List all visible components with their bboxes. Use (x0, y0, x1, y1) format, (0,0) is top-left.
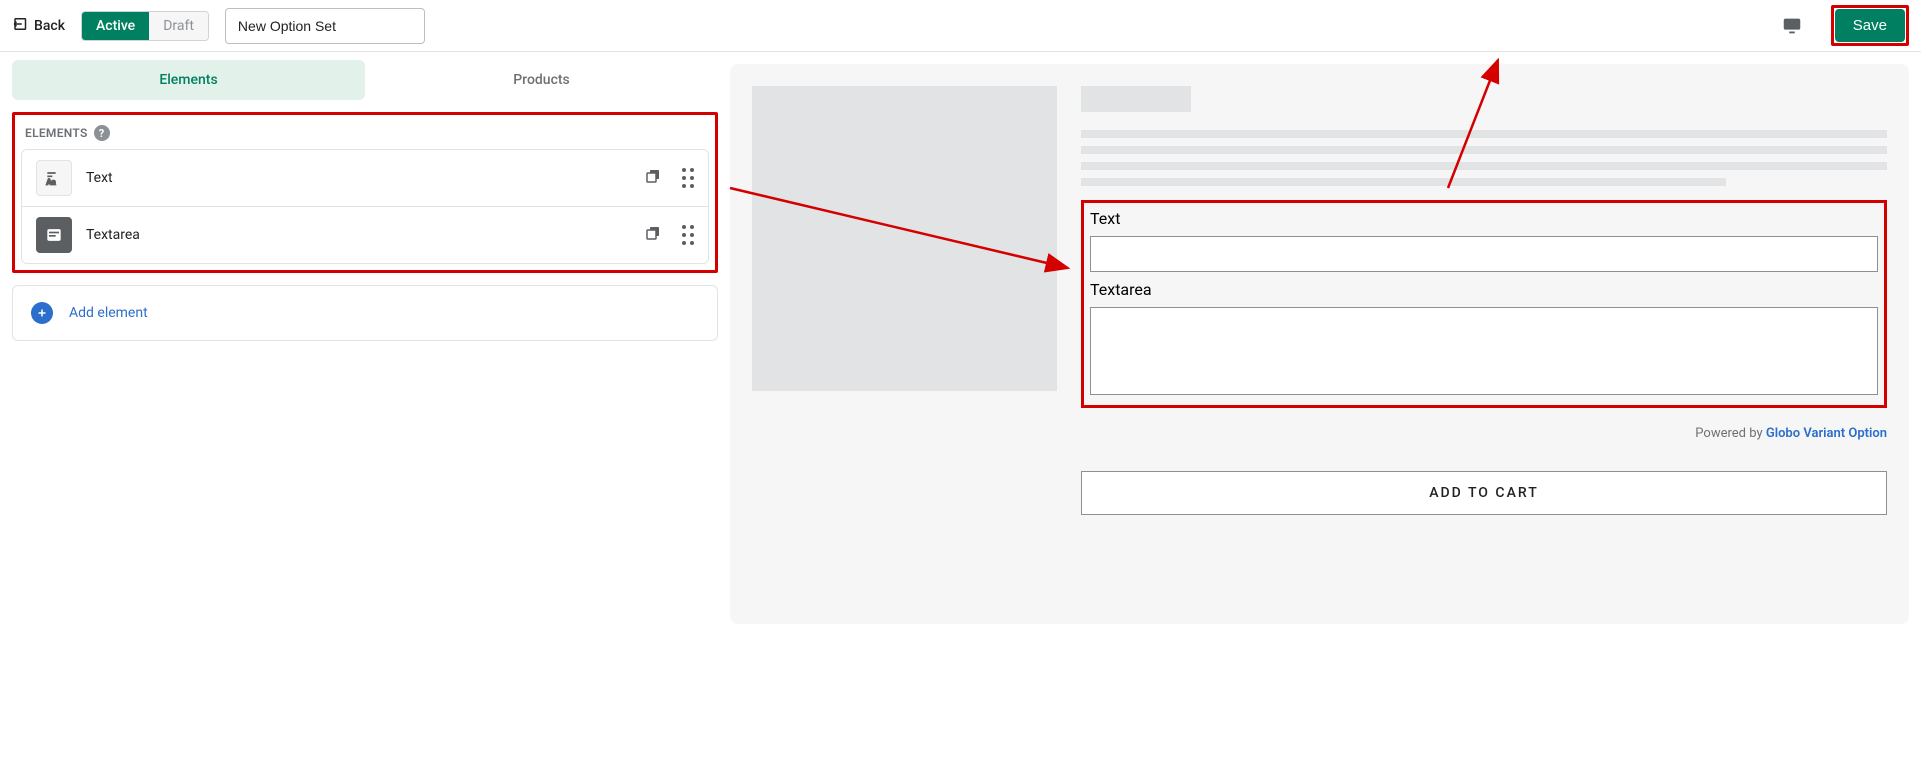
preview-textarea-input[interactable] (1090, 307, 1878, 395)
back-label: Back (34, 18, 65, 34)
duplicate-icon[interactable] (644, 167, 662, 189)
element-row-textarea[interactable]: Textarea (22, 207, 708, 263)
text-element-icon: Aa (36, 160, 72, 196)
drag-handle-icon[interactable] (682, 225, 694, 245)
add-element-button[interactable]: Add element (12, 285, 718, 341)
preview-line-skeleton (1081, 178, 1726, 186)
elements-section-title: ELEMENTS (25, 126, 88, 140)
topbar: Back Active Draft Save (0, 0, 1921, 52)
preview-fields-highlight: Text Textarea (1081, 200, 1887, 408)
powered-by-text: Powered by Globo Variant Option (1081, 426, 1887, 441)
element-row-text[interactable]: Aa Text (22, 150, 708, 207)
elements-list: Aa Text (21, 149, 709, 264)
element-label: Text (86, 170, 630, 186)
preview-title-skeleton (1081, 86, 1191, 112)
status-segmented: Active Draft (81, 11, 209, 41)
plus-icon (31, 302, 53, 324)
status-draft-button[interactable]: Draft (149, 12, 208, 40)
powered-prefix: Powered by (1695, 426, 1766, 441)
add-to-cart-button[interactable]: ADD TO CART (1081, 471, 1887, 515)
preview-mode-icon[interactable] (1781, 15, 1803, 37)
element-label: Textarea (86, 227, 630, 243)
preview-textarea-label: Textarea (1090, 280, 1878, 299)
add-element-label: Add element (69, 305, 148, 321)
save-button[interactable]: Save (1835, 9, 1905, 42)
drag-handle-icon[interactable] (682, 168, 694, 188)
preview-line-skeleton (1081, 162, 1887, 170)
elements-section-header: ELEMENTS ? (21, 125, 709, 149)
left-tabs: Elements Products (12, 60, 718, 100)
preview-line-skeleton (1081, 130, 1887, 138)
svg-text:Aa: Aa (47, 178, 56, 187)
status-active-button[interactable]: Active (82, 12, 149, 40)
textarea-element-icon (36, 217, 72, 253)
preview-text-label: Text (1090, 209, 1878, 228)
help-icon[interactable]: ? (94, 125, 110, 141)
duplicate-icon[interactable] (644, 224, 662, 246)
preview-line-skeleton (1081, 146, 1887, 154)
tab-products[interactable]: Products (365, 60, 718, 100)
powered-brand-link[interactable]: Globo Variant Option (1766, 426, 1887, 441)
preview-panel: Text Textarea Powered by Globo Variant O… (730, 64, 1909, 624)
preview-product-image-placeholder (752, 86, 1057, 391)
annotation-save-highlight: Save (1831, 5, 1909, 46)
back-button[interactable]: Back (12, 15, 65, 37)
elements-section: ELEMENTS ? Aa Text (12, 112, 718, 273)
tab-elements[interactable]: Elements (12, 60, 365, 100)
back-icon (12, 15, 30, 37)
preview-text-input[interactable] (1090, 236, 1878, 272)
option-set-name-input[interactable] (225, 8, 425, 44)
